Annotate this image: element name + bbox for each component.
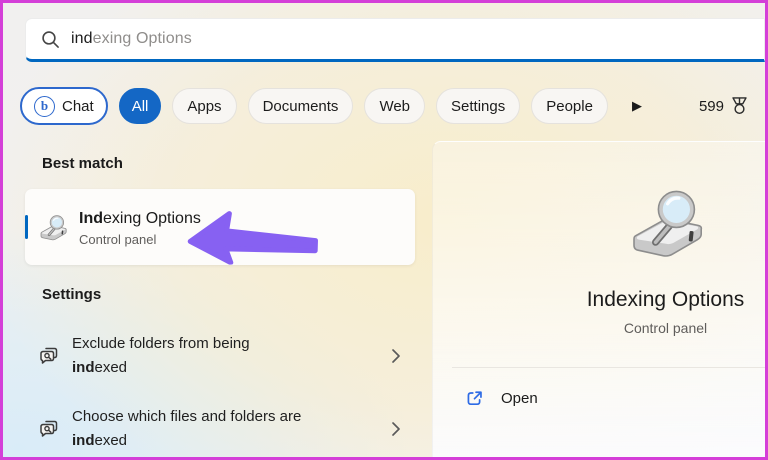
tab-all[interactable]: All — [118, 88, 162, 124]
selection-accent-bar — [25, 215, 28, 239]
best-match-text: Indexing Options Control panel — [79, 208, 201, 247]
filter-bar: b Chat All Apps Documents Web Settings P… — [20, 86, 753, 126]
chat-filter-button[interactable]: b Chat — [20, 87, 108, 125]
preview-divider — [452, 367, 765, 368]
settings-search-icon — [40, 420, 58, 437]
tab-web[interactable]: Web — [364, 88, 426, 124]
settings-heading: Settings — [42, 286, 102, 303]
search-query: indexing Options — [71, 30, 192, 48]
settings-result-text: Choose which files and folders are index… — [72, 408, 302, 449]
rewards-points: 599 — [698, 97, 724, 115]
best-match-result[interactable]: Indexing Options Control panel — [25, 189, 415, 265]
preview-title: Indexing Options — [586, 288, 745, 311]
chat-filter-label: Chat — [62, 97, 94, 115]
more-filters-icon[interactable]: ▶ — [632, 98, 642, 114]
preview-subtitle: Control panel — [623, 320, 708, 336]
indexing-options-icon — [40, 214, 67, 240]
tab-apps[interactable]: Apps — [172, 88, 237, 124]
best-match-heading: Best match — [42, 155, 123, 172]
settings-result-choose-files[interactable]: Choose which files and folders are index… — [25, 398, 417, 457]
tab-settings[interactable]: Settings — [436, 88, 521, 124]
windows-search-flyout: indexing Options b Chat All Apps Documen… — [0, 0, 768, 460]
settings-result-text: Exclude folders from being indexed — [72, 335, 250, 376]
preview-panel: Indexing Options Control panel Open — [432, 141, 765, 457]
rewards-badge[interactable]: 599 — [699, 96, 753, 116]
open-action[interactable]: Open — [433, 384, 765, 412]
tab-documents[interactable]: Documents — [247, 88, 354, 124]
chevron-right-icon — [391, 421, 401, 437]
tab-people[interactable]: People — [531, 88, 608, 124]
open-external-icon — [467, 390, 482, 405]
indexing-options-large-icon — [632, 190, 702, 257]
settings-search-icon — [40, 347, 58, 364]
best-match-title: Indexing Options — [79, 209, 201, 227]
chevron-right-icon — [391, 348, 401, 364]
rewards-medal-icon — [732, 97, 747, 115]
search-suggestion-text: exing Options — [92, 30, 192, 47]
bing-chat-icon: b — [34, 95, 55, 117]
search-icon — [42, 30, 59, 48]
settings-result-exclude-folders[interactable]: Exclude folders from being indexed — [25, 325, 417, 387]
search-input[interactable]: indexing Options — [25, 18, 765, 62]
open-label: Open — [501, 389, 538, 407]
best-match-subtitle: Control panel — [79, 231, 157, 247]
search-typed-text: ind — [71, 30, 93, 47]
